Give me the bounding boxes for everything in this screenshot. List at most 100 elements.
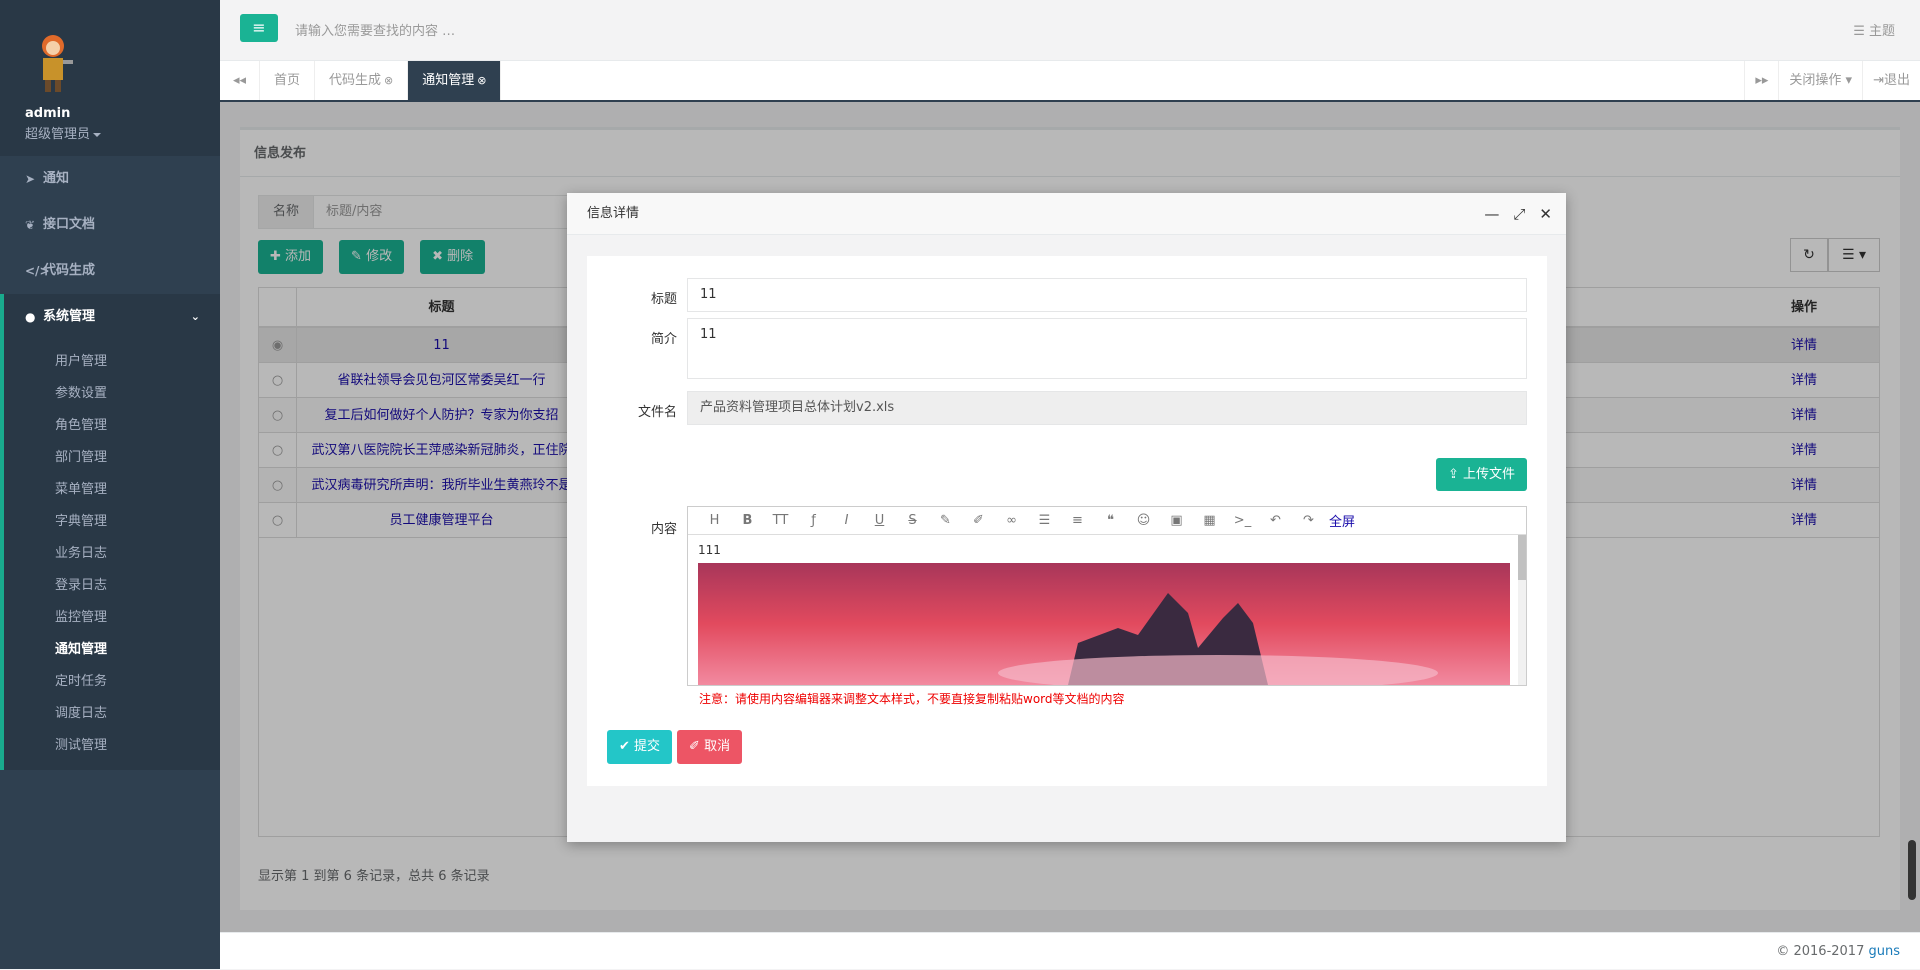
footer-link[interactable]: guns	[1868, 944, 1900, 959]
align-icon[interactable]: ≡	[1061, 513, 1094, 528]
tabs-bar: ◂◂ 首页 代码生成 ⊗ 通知管理 ⊗ ▸▸ 关闭操作 ▾ ⇥退出	[220, 61, 1920, 102]
modal-title: 信息详情	[587, 206, 640, 221]
cancel-button[interactable]: ✐ 取消	[677, 730, 743, 764]
check-icon: ✔	[619, 739, 635, 754]
sidebar-item-test[interactable]: 测试管理	[4, 730, 220, 762]
user-icon: ●	[25, 310, 36, 324]
sidebar-item-params[interactable]: 参数设置	[4, 378, 220, 410]
editor-toolbar: H B TT ƒ I U S ✎ ✐ ∞ ☰ ≡ ❝ ☺ ▣ ▦ >_ ↶ ↷ …	[688, 507, 1526, 535]
close-ops-dropdown[interactable]: 关闭操作 ▾	[1778, 61, 1862, 100]
page-scrollbar[interactable]	[1908, 840, 1916, 900]
search-input[interactable]: 请输入您需要查找的内容 …	[295, 20, 455, 39]
sidebar-item-dept[interactable]: 部门管理	[4, 442, 220, 474]
editor-scrollbar[interactable]	[1518, 535, 1526, 685]
sidebar-item-dict[interactable]: 字典管理	[4, 506, 220, 538]
sidebar-item-user[interactable]: 用户管理	[4, 346, 220, 378]
filename-field: 产品资料管理项目总体计划v2.xls	[687, 391, 1527, 425]
modal-actions: ✔ 提交 ✐ 取消	[607, 730, 743, 764]
role-dropdown[interactable]: 超级管理员	[25, 123, 220, 142]
modal-controls: — ⤢ ✕	[1484, 193, 1552, 235]
detail-modal: 信息详情 — ⤢ ✕ 标题 11 简介 11 文件名 产品资料管理项目总体计划v…	[567, 193, 1566, 842]
sidebar-item-schedlog[interactable]: 调度日志	[4, 698, 220, 730]
image-icon[interactable]: ▣	[1160, 513, 1193, 528]
nav-label: 代码生成	[43, 263, 96, 278]
close-icon[interactable]: ⊗	[477, 74, 486, 87]
nav-label: 通知	[43, 171, 70, 186]
title-field[interactable]: 11	[687, 278, 1527, 312]
code-icon: </>	[25, 264, 50, 278]
close-icon[interactable]: ⊗	[384, 74, 393, 87]
editor-content[interactable]: 111	[688, 535, 1526, 685]
profile: admin 超级管理员	[0, 0, 220, 156]
send-icon: ➤	[25, 172, 36, 186]
tab-codegen[interactable]: 代码生成 ⊗	[315, 61, 409, 100]
rich-text-editor: H B TT ƒ I U S ✎ ✐ ∞ ☰ ≡ ❝ ☺ ▣ ▦ >_ ↶ ↷ …	[687, 506, 1527, 686]
summary-textarea[interactable]: 11	[687, 318, 1527, 379]
tab-notice-mgmt[interactable]: 通知管理 ⊗	[408, 61, 502, 100]
heading-icon[interactable]: H	[698, 513, 731, 528]
sidebar-item-monitor[interactable]: 监控管理	[4, 602, 220, 634]
tabs-left-button[interactable]: ◂◂	[220, 61, 260, 100]
signout-icon: ⇥	[1873, 73, 1884, 88]
nav-item-system[interactable]: ● 系统管理 ⌄	[0, 294, 220, 340]
eraser-icon: ✐	[689, 739, 705, 754]
tab-home[interactable]: 首页	[260, 61, 316, 100]
caret-down-icon	[93, 132, 102, 137]
theme-button[interactable]: ☰ 主题	[1853, 20, 1895, 39]
italic-icon[interactable]: I	[830, 513, 863, 528]
tab-label: 通知管理	[422, 73, 475, 88]
maximize-icon[interactable]: ⤢	[1513, 193, 1525, 235]
nav-menu: ➤ 通知 ❦ 接口文档 </> 代码生成 ● 系统管理 ⌄ 用户管理 参数设置 角色管理 …	[0, 156, 220, 770]
scrollbar-thumb[interactable]	[1518, 535, 1526, 580]
sidebar-item-cron[interactable]: 定时任务	[4, 666, 220, 698]
sidebar-item-role[interactable]: 角色管理	[4, 410, 220, 442]
redo-icon[interactable]: ↷	[1292, 513, 1325, 528]
close-ops-label: 关闭操作	[1789, 73, 1842, 88]
logout-label: 退出	[1883, 73, 1910, 88]
upload-icon: ⇪	[1447, 467, 1463, 482]
tabs-right: ▸▸ 关闭操作 ▾ ⇥退出	[1744, 61, 1920, 100]
menu-toggle-button[interactable]: ≡	[240, 14, 278, 42]
nav-item-api-docs[interactable]: ❦ 接口文档	[0, 202, 220, 248]
avatar[interactable]	[25, 30, 81, 96]
summary-label: 简介	[650, 332, 677, 347]
minimize-icon[interactable]: —	[1484, 193, 1499, 235]
code-icon[interactable]: >_	[1226, 513, 1259, 528]
list-icon[interactable]: ☰	[1028, 513, 1061, 528]
bold-icon[interactable]: B	[731, 513, 764, 528]
forward-icon: ▸▸	[1755, 73, 1769, 88]
logout-button[interactable]: ⇥退出	[1862, 61, 1920, 100]
quote-icon[interactable]: ❝	[1094, 513, 1127, 528]
underline-icon[interactable]: U	[863, 513, 896, 528]
role-label: 超级管理员	[25, 127, 91, 142]
table-icon[interactable]: ▦	[1193, 513, 1226, 528]
link-icon[interactable]: ∞	[995, 513, 1028, 528]
modal-header: 信息详情 — ⤢ ✕	[567, 193, 1566, 235]
sidebar-item-notice-mgmt[interactable]: 通知管理	[4, 634, 220, 666]
nav-item-notice[interactable]: ➤ 通知	[0, 156, 220, 202]
sidebar-item-bizlog[interactable]: 业务日志	[4, 538, 220, 570]
sidebar-item-loginlog[interactable]: 登录日志	[4, 570, 220, 602]
editor-note: 注意：请使用内容编辑器来调整文本样式，不要直接复制粘贴word等文档的内容	[699, 692, 1125, 706]
fullscreen-button[interactable]: 全屏	[1329, 511, 1355, 530]
sidebar-item-menu[interactable]: 菜单管理	[4, 474, 220, 506]
brush-icon[interactable]: ✐	[962, 513, 995, 528]
upload-button[interactable]: ⇪ 上传文件	[1435, 458, 1527, 491]
nav-item-codegen[interactable]: </> 代码生成	[0, 248, 220, 294]
title-label: 标题	[650, 292, 677, 307]
tabs-right-button[interactable]: ▸▸	[1744, 61, 1778, 100]
font-size-icon[interactable]: TT	[764, 513, 797, 528]
emoji-icon[interactable]: ☺	[1127, 513, 1160, 528]
system-submenu: 用户管理 参数设置 角色管理 部门管理 菜单管理 字典管理 业务日志 登录日志 …	[0, 340, 220, 770]
pencil-icon[interactable]: ✎	[929, 513, 962, 528]
strikethrough-icon[interactable]: S	[896, 513, 929, 528]
submit-button[interactable]: ✔ 提交	[607, 730, 673, 764]
nav-label: 接口文档	[43, 217, 96, 232]
list-icon: ☰	[1853, 24, 1869, 39]
content-image	[698, 563, 1510, 685]
submit-label: 提交	[634, 739, 661, 754]
undo-icon[interactable]: ↶	[1259, 513, 1292, 528]
close-icon[interactable]: ✕	[1539, 193, 1552, 235]
leaf-icon: ❦	[25, 218, 36, 232]
font-name-icon[interactable]: ƒ	[797, 513, 830, 528]
